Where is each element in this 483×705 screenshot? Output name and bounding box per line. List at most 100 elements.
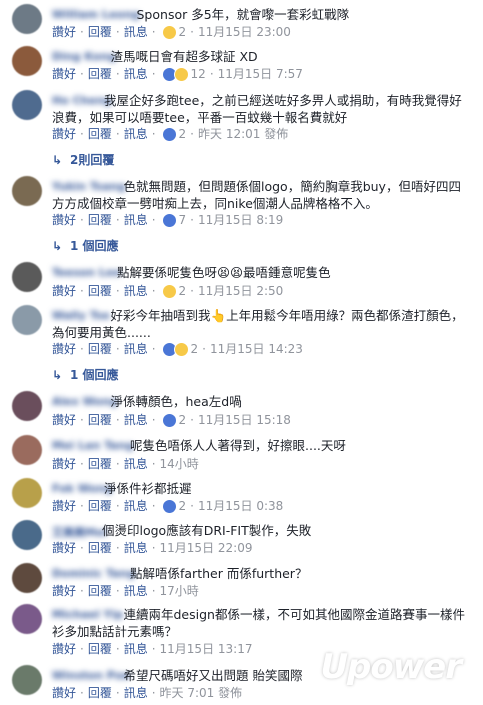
message-button[interactable]: 訊息 [124, 498, 148, 515]
reply-button[interactable]: 回覆 [88, 412, 112, 429]
comment-timestamp[interactable]: 11月15日 13:17 [160, 641, 253, 658]
reactions[interactable]: 2 [161, 283, 186, 300]
message-button[interactable]: 訊息 [124, 685, 148, 702]
separator: · [151, 457, 156, 471]
comment-timestamp[interactable]: 11月15日 14:23 [210, 341, 303, 358]
like-button[interactable]: 讚好 [52, 283, 76, 300]
reply-button[interactable]: 回覆 [88, 66, 112, 83]
haha-reaction-icon [161, 25, 177, 40]
avatar[interactable] [12, 563, 42, 593]
reactions[interactable]: 2 [161, 412, 186, 429]
comment-timestamp[interactable]: 17小時 [160, 583, 199, 600]
reply-button[interactable]: 回覆 [88, 126, 112, 143]
separator: · [115, 284, 120, 298]
like-button[interactable]: 讚好 [52, 412, 76, 429]
avatar[interactable] [12, 176, 42, 206]
reactions[interactable]: 2 [161, 341, 199, 358]
separator: · [80, 457, 84, 471]
message-button[interactable]: 訊息 [124, 283, 148, 300]
reply-button[interactable]: 回覆 [88, 498, 112, 515]
comment-timestamp[interactable]: 11月15日 2:50 [198, 283, 283, 300]
comment-timestamp[interactable]: 11月15日 23:00 [198, 24, 291, 41]
avatar[interactable] [12, 90, 42, 120]
comment-timestamp[interactable]: 14小時 [160, 456, 199, 473]
message-button[interactable]: 訊息 [124, 341, 148, 358]
view-replies-link[interactable]: ↳ 1 個回應 [52, 237, 119, 254]
like-button[interactable]: 讚好 [52, 540, 76, 557]
avatar[interactable] [12, 435, 42, 465]
comment-text: 淨係件衫都抵遲 [104, 481, 192, 496]
message-button[interactable]: 訊息 [124, 540, 148, 557]
like-button[interactable]: 讚好 [52, 212, 76, 229]
reactions[interactable]: 2 [161, 24, 187, 41]
avatar[interactable] [12, 305, 42, 335]
reactions[interactable]: 2 [161, 498, 187, 515]
view-replies-link[interactable]: ↳ 1 個回應 [52, 366, 119, 383]
separator: · [151, 25, 156, 39]
reply-button[interactable]: 回覆 [88, 24, 112, 41]
separator: · [115, 457, 120, 471]
reply-button[interactable]: 回覆 [88, 456, 112, 473]
message-button[interactable]: 訊息 [124, 412, 148, 429]
comment-actions: 讚好 · 回覆 · 訊息 · 昨天 7:01 發佈 [52, 685, 242, 702]
separator: · [115, 25, 120, 39]
reply-button[interactable]: 回覆 [88, 283, 112, 300]
avatar[interactable] [12, 665, 42, 695]
avatar[interactable] [12, 4, 42, 34]
comment-timestamp[interactable]: 昨天 12:01 發佈 [198, 126, 288, 143]
avatar[interactable] [12, 262, 42, 292]
reaction-count: 2 [178, 499, 187, 513]
like-button[interactable]: 讚好 [52, 66, 76, 83]
reply-button[interactable]: 回覆 [88, 583, 112, 600]
comment-timestamp[interactable]: 昨天 7:01 發佈 [160, 685, 243, 702]
separator: · [115, 499, 120, 513]
separator: · [115, 541, 120, 555]
comment-timestamp[interactable]: 11月15日 0:38 [198, 498, 283, 515]
reaction-count: 2 [178, 25, 187, 39]
avatar[interactable] [12, 520, 42, 550]
view-replies-link[interactable]: ↳ 2則回覆 [52, 151, 114, 168]
reply-button[interactable]: 回覆 [88, 212, 112, 229]
avatar[interactable] [12, 391, 42, 421]
reply-button[interactable]: 回覆 [88, 341, 112, 358]
reply-button[interactable]: 回覆 [88, 540, 112, 557]
like-button[interactable]: 讚好 [52, 685, 76, 702]
message-button[interactable]: 訊息 [124, 641, 148, 658]
comment-timestamp[interactable]: 11月15日 22:09 [160, 540, 253, 557]
reaction-count: 2 [190, 342, 199, 356]
message-button[interactable]: 訊息 [124, 212, 148, 229]
message-button[interactable]: 訊息 [124, 66, 148, 83]
comment-actions: 讚好 · 回覆 · 訊息 · 17小時 [52, 583, 199, 600]
like-button[interactable]: 讚好 [52, 341, 76, 358]
like-button[interactable]: 讚好 [52, 498, 76, 515]
avatar[interactable] [12, 478, 42, 508]
separator: · [190, 413, 194, 427]
reactions[interactable]: 7 [161, 212, 187, 229]
comment-timestamp[interactable]: 11月15日 7:57 [218, 66, 303, 83]
reply-arrow-icon: ↳ [52, 368, 63, 382]
message-button[interactable]: 訊息 [124, 126, 148, 143]
like-button[interactable]: 讚好 [52, 24, 76, 41]
reactions[interactable]: 2 [161, 126, 186, 143]
message-button[interactable]: 訊息 [124, 24, 148, 41]
like-button[interactable]: 讚好 [52, 456, 76, 473]
separator: · [115, 127, 120, 141]
comment-text: 點解唔係farther 而係further？ [130, 566, 308, 581]
like-button[interactable]: 讚好 [52, 641, 76, 658]
replies-count-label: 2則回覆 [70, 153, 115, 167]
comment-timestamp[interactable]: 11月15日 15:18 [198, 412, 291, 429]
message-button[interactable]: 訊息 [124, 456, 148, 473]
like-button[interactable]: 讚好 [52, 583, 76, 600]
like-button[interactable]: 讚好 [52, 126, 76, 143]
reply-button[interactable]: 回覆 [88, 641, 112, 658]
separator: · [151, 342, 156, 356]
avatar[interactable] [12, 604, 42, 634]
avatar[interactable] [12, 46, 42, 76]
comment-text: 色就無問題，但問題係個logo，簡約胸章我buy，但唔好四四方方成個校章一劈咁痴… [52, 179, 461, 211]
comment-timestamp[interactable]: 11月15日 8:19 [198, 212, 283, 229]
reactions[interactable]: 12 [161, 66, 206, 83]
reply-button[interactable]: 回覆 [88, 685, 112, 702]
reaction-count: 7 [178, 213, 187, 227]
separator: · [190, 127, 194, 141]
message-button[interactable]: 訊息 [124, 583, 148, 600]
